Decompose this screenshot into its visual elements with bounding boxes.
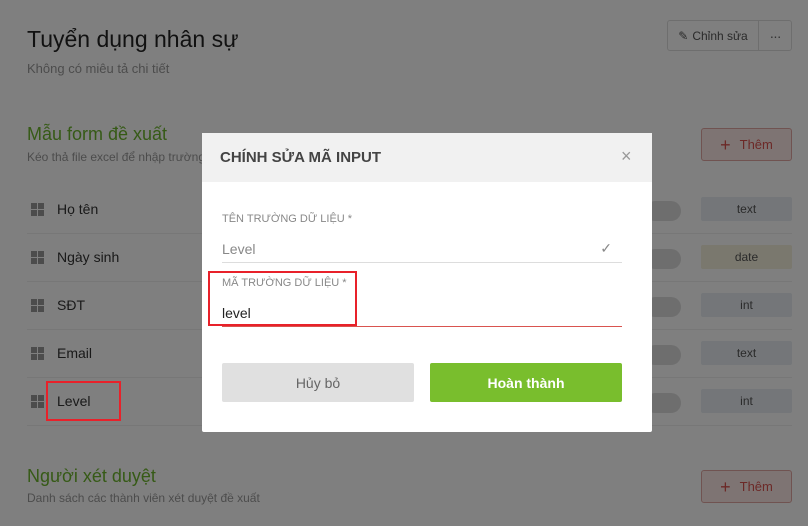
- dialog-title: CHÍNH SỬA MÃ INPUT: [220, 149, 382, 166]
- highlight-box-level: [46, 381, 121, 421]
- field-name-input-wrap: ✓: [222, 236, 622, 263]
- field-name-input[interactable]: [222, 236, 592, 262]
- check-icon: ✓: [600, 240, 612, 256]
- done-button[interactable]: Hoàn thành: [430, 363, 622, 402]
- dialog-header: CHÍNH SỬA MÃ INPUT ×: [202, 133, 652, 182]
- close-icon[interactable]: ×: [621, 146, 632, 167]
- field-name-label: TÊN TRƯỜNG DỮ LIỆU *: [222, 213, 353, 225]
- highlight-box-input: [208, 271, 357, 326]
- edit-input-dialog: CHÍNH SỬA MÃ INPUT × TÊN TRƯỜNG DỮ LIỆU …: [202, 133, 652, 432]
- cancel-button[interactable]: Hủy bỏ: [222, 363, 414, 402]
